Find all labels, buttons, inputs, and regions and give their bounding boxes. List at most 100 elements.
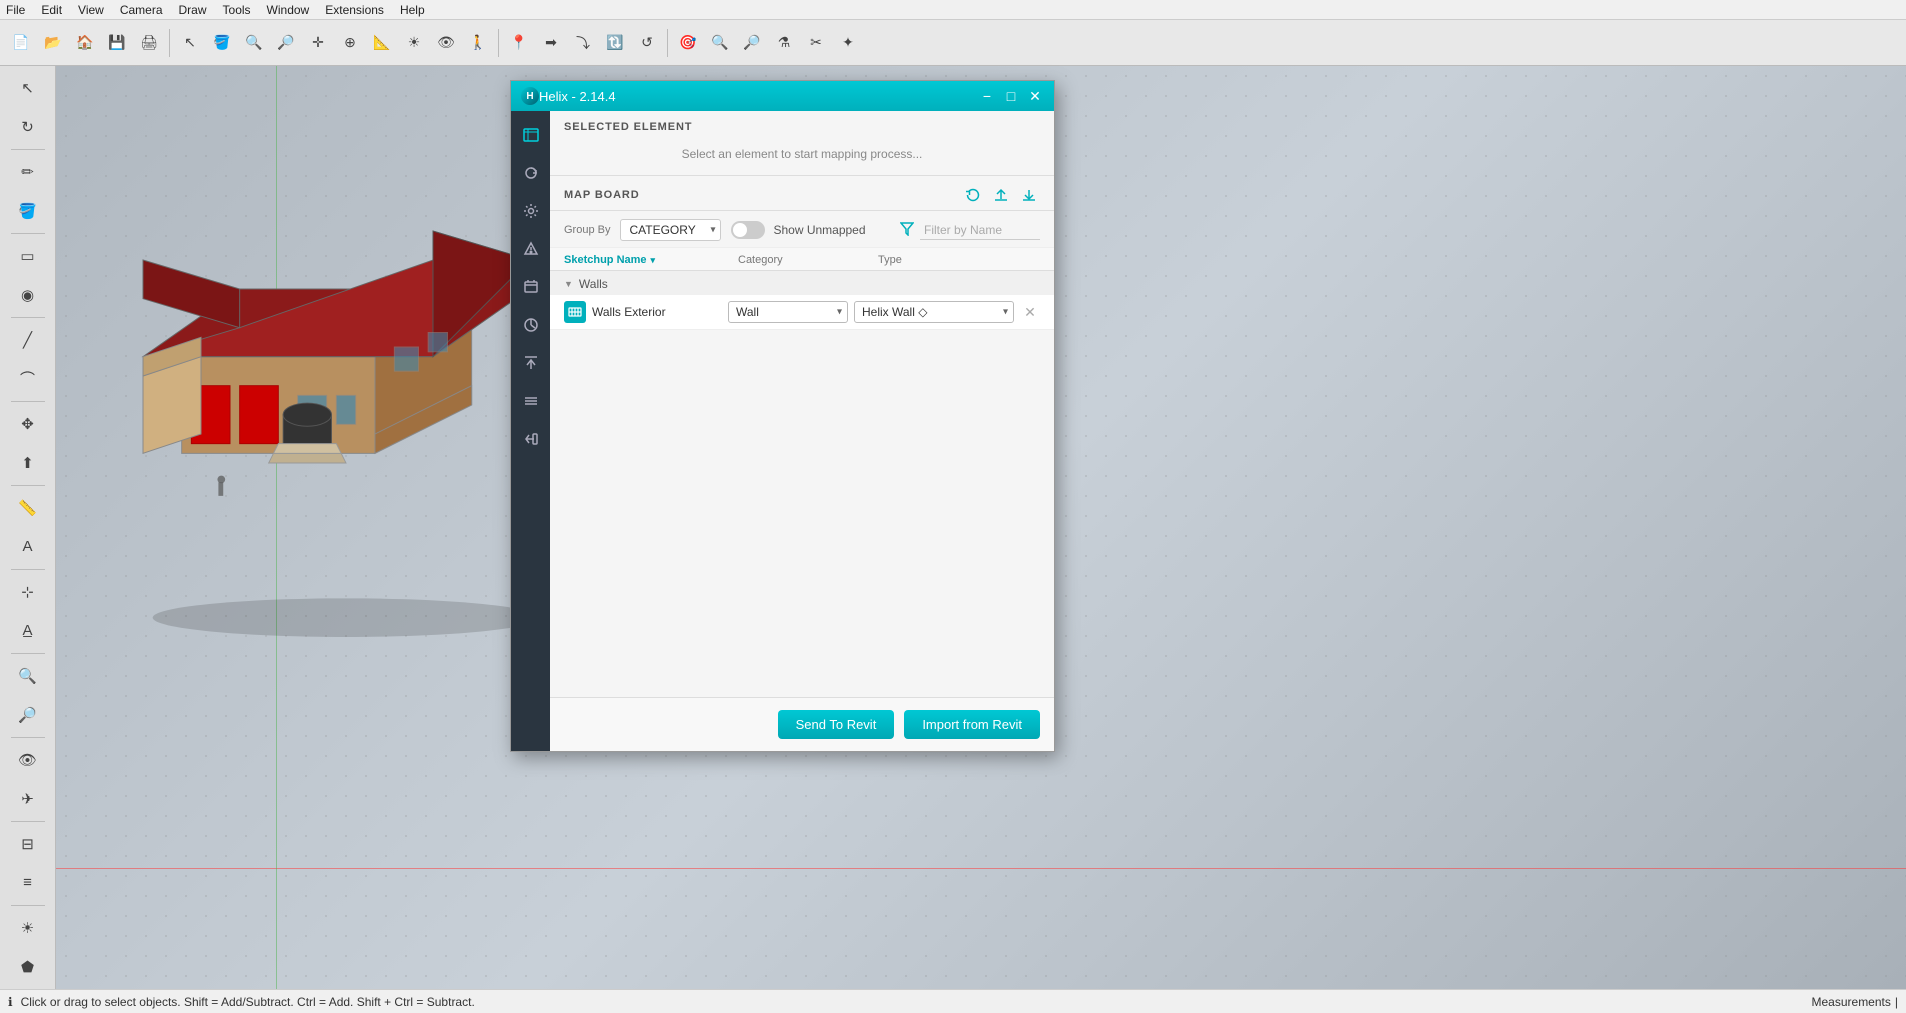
send-to-revit-button[interactable]: Send To Revit <box>778 710 895 739</box>
col-sketchup-name[interactable]: Sketchup Name ▾ <box>564 254 724 266</box>
sidebar-shape[interactable]: ▭ <box>9 238 47 275</box>
group-by-label: Group By <box>564 224 610 236</box>
menu-window[interactable]: Window <box>265 3 312 17</box>
sidebar-axis[interactable]: ⊹ <box>9 574 47 611</box>
toolbar-measure[interactable]: 📐 <box>367 28 397 58</box>
sidebar-helix[interactable]: ⬟ <box>9 948 47 985</box>
nav-export-icon[interactable] <box>515 347 547 379</box>
menu-draw[interactable]: Draw <box>177 3 209 17</box>
type-select[interactable]: Helix Wall ◇ <box>854 301 1014 323</box>
mapping-name: Walls Exterior <box>592 305 722 319</box>
sidebar-paint[interactable]: 🪣 <box>9 193 47 230</box>
filter-row <box>900 221 1040 240</box>
filter-input[interactable] <box>920 221 1040 240</box>
toolbar-paint[interactable]: 🪣 <box>207 28 237 58</box>
nav-map-icon[interactable] <box>515 119 547 151</box>
toolbar-print[interactable]: 🖨 <box>134 28 164 58</box>
group-walls-arrow: ▼ <box>564 279 573 289</box>
toolbar-zoom-window[interactable]: 🔎 <box>271 28 301 58</box>
toolbar-search[interactable]: 🔍 <box>239 28 269 58</box>
dialog-minimize-button[interactable]: − <box>978 87 996 105</box>
group-walls-header[interactable]: ▼ Walls <box>550 271 1054 295</box>
sidebar-zoom-in[interactable]: 🔍 <box>9 658 47 695</box>
col-type: Type <box>878 254 1008 266</box>
sidebar-3d-text[interactable]: A̲ <box>9 612 47 649</box>
nav-gear-icon[interactable] <box>515 271 547 303</box>
toolbar-open[interactable]: 📂 <box>38 28 68 58</box>
mapping-delete-button[interactable]: ✕ <box>1020 302 1040 322</box>
dialog-title: Helix - 2.14.4 <box>539 89 616 104</box>
sidebar-sun2[interactable]: ☀ <box>9 910 47 947</box>
toolbar-orbit[interactable]: 🔃 <box>600 28 630 58</box>
toolbar: 📄 📂 🏠 💾 🖨 ↖ 🪣 🔍 🔎 ✛ ⊕ 📐 ☀ 👁 🚶 📍 ➡ ⤵ 🔃 ↺ … <box>0 20 1906 66</box>
sidebar-line[interactable]: ╱ <box>9 322 47 359</box>
toolbar-select[interactable]: ↖ <box>175 28 205 58</box>
toolbar-target[interactable]: 🎯 <box>673 28 703 58</box>
toolbar-sun[interactable]: ☀ <box>399 28 429 58</box>
sidebar-tape[interactable]: 📏 <box>9 490 47 527</box>
sidebar-rotate[interactable]: ↻ <box>9 109 47 146</box>
group-by-select[interactable]: CATEGORY TYPE LAYER <box>620 219 721 241</box>
helix-dialog: H Helix - 2.14.4 − □ ✕ <box>510 80 1055 752</box>
category-select[interactable]: Wall <box>728 301 848 323</box>
nav-flow-icon[interactable] <box>515 385 547 417</box>
toolbar-home[interactable]: 🏠 <box>70 28 100 58</box>
sidebar-arc[interactable]: ⌒ <box>9 360 47 397</box>
toolbar-save[interactable]: 💾 <box>102 28 132 58</box>
category-select-wrapper: Wall <box>728 301 848 323</box>
sidebar-text[interactable]: A <box>9 528 47 565</box>
toolbar-person[interactable]: 🚶 <box>463 28 493 58</box>
menu-file[interactable]: File <box>4 3 27 17</box>
toolbar-arrow-right[interactable]: ➡ <box>536 28 566 58</box>
status-text: Click or drag to select objects. Shift =… <box>21 995 475 1009</box>
content-area[interactable]: ▼ Walls Walls Exterior W <box>550 271 1054 697</box>
sidebar-fly[interactable]: ✈ <box>9 780 47 817</box>
nav-rotate-icon[interactable] <box>515 157 547 189</box>
sidebar-select-tool[interactable]: ↖ <box>9 70 47 107</box>
sidebar-sep-6 <box>11 569 45 570</box>
toolbar-zoom3[interactable]: 🔎 <box>737 28 767 58</box>
toolbar-special[interactable]: ✦ <box>833 28 863 58</box>
sidebar-move[interactable]: ✥ <box>9 406 47 443</box>
filter-icon <box>900 222 914 239</box>
toolbar-eye[interactable]: 👁 <box>431 28 461 58</box>
nav-circle-icon[interactable] <box>515 309 547 341</box>
sidebar-walk[interactable]: 👁 <box>9 742 47 779</box>
helix-logo-icon: H <box>521 87 539 105</box>
dialog-maximize-button[interactable]: □ <box>1002 87 1020 105</box>
menu-tools[interactable]: Tools <box>221 3 253 17</box>
sidebar-zoom-out[interactable]: 🔎 <box>9 696 47 733</box>
toolbar-rotate[interactable]: ↺ <box>632 28 662 58</box>
sort-chevron-icon: ▾ <box>651 255 656 266</box>
toolbar-new[interactable]: 📄 <box>6 28 36 58</box>
dialog-controls: − □ ✕ <box>978 87 1044 105</box>
menu-help[interactable]: Help <box>398 3 427 17</box>
sidebar-push[interactable]: ⬆ <box>9 444 47 481</box>
sidebar-sep-1 <box>11 149 45 150</box>
toolbar-filter[interactable]: ⚗ <box>769 28 799 58</box>
map-board-refresh-button[interactable] <box>962 184 984 206</box>
dialog-close-button[interactable]: ✕ <box>1026 87 1044 105</box>
menu-view[interactable]: View <box>76 3 106 17</box>
toolbar-zoom-extents[interactable]: ⊕ <box>335 28 365 58</box>
map-board-upload-button[interactable] <box>990 184 1012 206</box>
menu-extensions[interactable]: Extensions <box>323 3 386 17</box>
sidebar-layers[interactable]: ≡ <box>9 864 47 901</box>
toolbar-cut[interactable]: ✂ <box>801 28 831 58</box>
sidebar-section[interactable]: ⊟ <box>9 826 47 863</box>
toolbar-arrow-in[interactable]: ⤵ <box>568 28 598 58</box>
nav-settings-icon[interactable] <box>515 195 547 227</box>
toolbar-location[interactable]: 📍 <box>504 28 534 58</box>
toolbar-zoom2[interactable]: 🔍 <box>705 28 735 58</box>
menu-edit[interactable]: Edit <box>39 3 64 17</box>
show-unmapped-toggle[interactable] <box>731 221 765 239</box>
nav-import-icon[interactable] <box>515 423 547 455</box>
toolbar-cross[interactable]: ✛ <box>303 28 333 58</box>
sidebar-circle[interactable]: ◉ <box>9 276 47 313</box>
sidebar-pencil[interactable]: ✏ <box>9 154 47 191</box>
import-from-revit-button[interactable]: Import from Revit <box>904 710 1040 739</box>
map-board-download-button[interactable] <box>1018 184 1040 206</box>
menu-camera[interactable]: Camera <box>118 3 165 17</box>
nav-warning-icon[interactable] <box>515 233 547 265</box>
selected-element-header: SELECTED ELEMENT <box>550 111 1054 139</box>
